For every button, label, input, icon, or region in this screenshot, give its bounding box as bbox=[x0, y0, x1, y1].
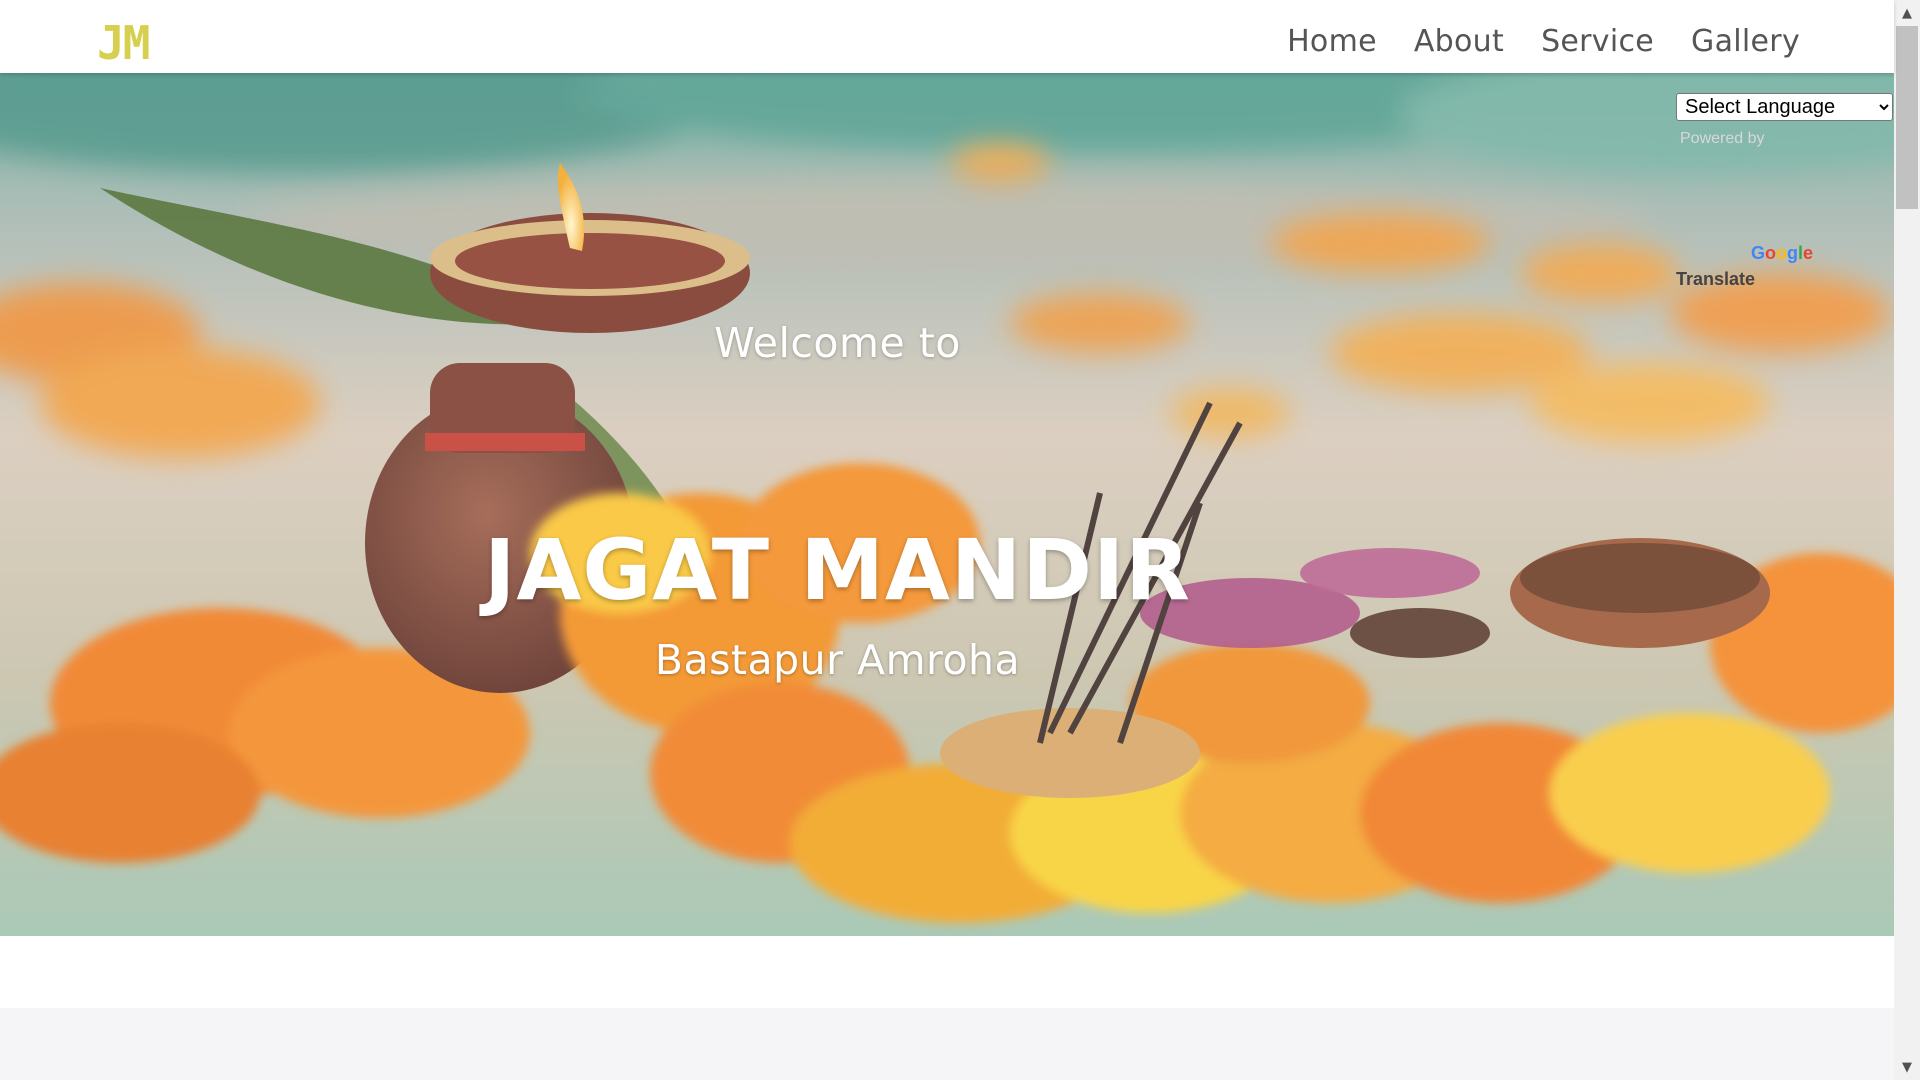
next-section bbox=[0, 1008, 1894, 1080]
scroll-up-icon[interactable]: ▲ bbox=[1894, 0, 1920, 26]
nav-link-home[interactable]: Home bbox=[1287, 20, 1377, 64]
google-logo-letter: G bbox=[1751, 243, 1766, 263]
scroll-down-icon[interactable]: ▼ bbox=[1894, 1054, 1920, 1080]
language-select[interactable]: Select Language bbox=[1676, 93, 1893, 121]
google-logo-letter: g bbox=[1787, 243, 1799, 263]
hero-section: Welcome to JAGAT MANDIR Bastapur Amroha bbox=[0, 73, 1894, 936]
nav-link-about[interactable]: About bbox=[1414, 20, 1504, 64]
site-logo[interactable]: JM bbox=[97, 18, 150, 68]
nav-menu: Home About Service Gallery bbox=[1287, 20, 1800, 64]
google-logo-letter: e bbox=[1803, 243, 1814, 263]
welcome-text: Welcome to bbox=[714, 319, 961, 367]
section-spacer bbox=[0, 936, 1894, 1008]
nav-link-gallery[interactable]: Gallery bbox=[1691, 20, 1800, 64]
translate-link[interactable]: Translate bbox=[1676, 269, 1755, 290]
hero-subtitle: Bastapur Amroha bbox=[654, 636, 1021, 684]
scrollbar-thumb[interactable] bbox=[1896, 26, 1918, 209]
hero-title: JAGAT MANDIR bbox=[484, 521, 1191, 619]
navbar: JM Home About Service Gallery bbox=[0, 0, 1894, 73]
google-logo: Google bbox=[1751, 243, 1813, 264]
google-logo-letter: o bbox=[1776, 243, 1788, 263]
powered-by-text: Powered by bbox=[1680, 130, 1765, 147]
google-translate-widget: Select Language Powered by Google Transl… bbox=[1676, 93, 1894, 289]
google-logo-letter: o bbox=[1765, 243, 1777, 263]
page-scrollbar[interactable]: ▲ ▼ bbox=[1894, 0, 1920, 1080]
nav-link-service[interactable]: Service bbox=[1541, 20, 1654, 64]
hero-text-block: Welcome to JAGAT MANDIR Bastapur Amroha bbox=[0, 73, 1675, 936]
